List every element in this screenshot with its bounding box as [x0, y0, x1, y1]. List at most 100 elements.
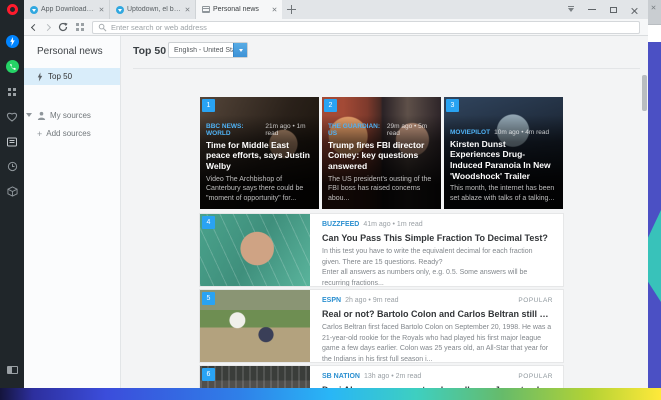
tab-title: Uptodown, el blog [127, 6, 181, 13]
article-list: 4 BUZZFEED 41m ago • 1m read Can You Pass… [200, 214, 563, 388]
article-title[interactable]: Trump fires FBI director Comey: key ques… [328, 140, 435, 172]
search-icon [98, 23, 107, 32]
scrollbar[interactable] [642, 75, 647, 111]
row-text: BUZZFEED 41m ago • 1m read Can You Pass T… [310, 214, 563, 286]
person-icon [37, 111, 46, 120]
row-text: ESPN 2h ago • 9m read POPULAR Real or not?… [310, 290, 563, 362]
whatsapp-bubble [6, 60, 19, 73]
tab-uptodown-blog[interactable]: Uptodown, el blog [110, 0, 196, 19]
card-text: MOVIEPILOT 10m ago • 4m read Kirsten Duns… [444, 124, 563, 209]
tab-bar: App Downloads for Wind Uptodown, el blog… [24, 0, 648, 19]
source-label[interactable]: BUZZFEED [322, 221, 359, 228]
close-button[interactable] [631, 1, 638, 19]
featured-card[interactable]: 3 MOVIEPILOT 10m ago • 4m read Kirsten Du… [444, 97, 563, 209]
list-item[interactable]: 6 SB NATION 13h ago • 2m read POPULAR Dani… [200, 366, 563, 388]
reload-icon[interactable] [58, 22, 68, 32]
uptodown-favicon [116, 6, 124, 14]
source-label[interactable]: SB NATION [322, 373, 360, 380]
popular-badge: POPULAR [518, 373, 553, 380]
add-sources-label: Add sources [46, 129, 90, 138]
article-thumbnail: 5 [200, 290, 310, 362]
history-clock-icon[interactable] [0, 154, 24, 179]
article-title[interactable]: Real or not? Bartolo Colon and Carlos Be… [322, 309, 553, 319]
background-window-page [648, 42, 661, 388]
page-title: Top 50 [133, 45, 166, 57]
lightning-icon [37, 72, 43, 82]
language-select[interactable]: English - United States [168, 42, 248, 58]
messenger-icon[interactable] [0, 29, 24, 54]
source-label[interactable]: BBC NEWS: WORLD [206, 123, 261, 137]
article-title[interactable]: Kirsten Dunst Experiences Drug-Induced P… [450, 139, 557, 182]
personal-news-icon[interactable] [0, 129, 24, 154]
featured-card[interactable]: 2 THE GUARDIAN: US29m ago • 5m read Trum… [322, 97, 441, 209]
article-title[interactable]: Time for Middle East peace efforts, says… [206, 140, 313, 172]
rank-badge: 3 [446, 99, 459, 112]
featured-card[interactable]: 1 BBC NEWS: WORLD21m ago • 1m read Time … [200, 97, 319, 209]
tab-close-icon[interactable] [185, 7, 190, 12]
extensions-box-icon[interactable] [0, 179, 24, 204]
desktop-gradient [0, 388, 661, 400]
plus-icon: + [37, 131, 42, 137]
collapse-caret-icon[interactable] [26, 113, 32, 120]
card-text: BBC NEWS: WORLD21m ago • 1m read Time fo… [200, 118, 319, 209]
background-window-toolbar [648, 24, 661, 42]
address-field[interactable] [92, 21, 640, 34]
list-item[interactable]: 4 BUZZFEED 41m ago • 1m read Can You Pass… [200, 214, 563, 286]
article-excerpt: The US president's ousting of the FBI bo… [328, 175, 435, 203]
tab-close-icon[interactable] [99, 7, 104, 12]
opera-logo[interactable] [7, 4, 18, 15]
window-controls [568, 0, 648, 19]
article-title[interactable]: Dani Alves scores spectacular volley as … [322, 385, 553, 388]
address-input[interactable] [111, 23, 634, 32]
sidebar-toggle-icon[interactable] [7, 366, 18, 374]
card-text: THE GUARDIAN: US29m ago • 5m read Trump … [322, 118, 441, 209]
background-page-art [648, 210, 661, 302]
panel-title: Personal news [24, 36, 120, 57]
language-dropdown-button[interactable] [233, 43, 247, 57]
article-title[interactable]: Can You Pass This Simple Fraction To Dec… [322, 233, 553, 243]
chevron-down-icon [239, 49, 243, 54]
tiles-icon[interactable] [76, 23, 79, 26]
header-divider [133, 68, 640, 69]
popular-badge: POPULAR [518, 297, 553, 304]
sidebar-item-top50[interactable]: Top 50 [24, 68, 120, 85]
article-meta: 13h ago • 2m read [364, 373, 421, 380]
back-icon[interactable] [31, 23, 38, 30]
sidebar-item-add-sources[interactable]: + Add sources [24, 129, 120, 138]
background-close-icon[interactable] [651, 5, 656, 10]
tab-personal-news[interactable]: Personal news [196, 0, 282, 19]
rank-badge: 6 [202, 368, 215, 381]
bookmarks-heart-icon[interactable] [0, 104, 24, 129]
source-label[interactable]: THE GUARDIAN: US [328, 123, 383, 137]
source-label[interactable]: MOVIEPILOT [450, 129, 490, 136]
rank-badge: 4 [202, 216, 215, 229]
top50-label: Top 50 [48, 72, 72, 81]
article-meta: 10m ago • 4m read [494, 129, 549, 136]
minimize-button[interactable] [588, 9, 596, 10]
article-meta: 2h ago • 9m read [345, 297, 398, 304]
address-bar [24, 19, 648, 36]
tab-app-downloads[interactable]: App Downloads for Wind [24, 0, 110, 19]
article-excerpt: In this test you have to write the equiv… [322, 247, 553, 286]
speed-dial-icon[interactable] [0, 79, 24, 104]
my-sources-label: My sources [50, 111, 91, 120]
tab-close-icon[interactable] [272, 7, 277, 12]
rank-badge: 2 [324, 99, 337, 112]
news-favicon [202, 6, 210, 13]
messenger-bubble [6, 35, 19, 48]
new-tab-button[interactable] [282, 0, 300, 19]
sidebar-item-my-sources[interactable]: My sources [24, 111, 120, 120]
source-label[interactable]: ESPN [322, 297, 341, 304]
tab-title: App Downloads for Wind [41, 6, 95, 13]
background-window-titlebar [648, 0, 661, 24]
background-window-strip [648, 0, 661, 388]
list-item[interactable]: 5 ESPN 2h ago • 9m read POPULAR Real or no… [200, 290, 563, 362]
language-value: English - United States [169, 47, 233, 54]
article-meta: 41m ago • 1m read [363, 221, 422, 228]
forward-icon[interactable] [44, 23, 51, 30]
article-excerpt: Video The Archbishop of Canterbury says … [206, 175, 313, 203]
maximize-button[interactable] [610, 7, 617, 13]
news-panel: Personal news Top 50 My sources + Add so… [24, 36, 121, 388]
tab-menu-chevron-icon[interactable] [568, 8, 574, 15]
whatsapp-icon[interactable] [0, 54, 24, 79]
